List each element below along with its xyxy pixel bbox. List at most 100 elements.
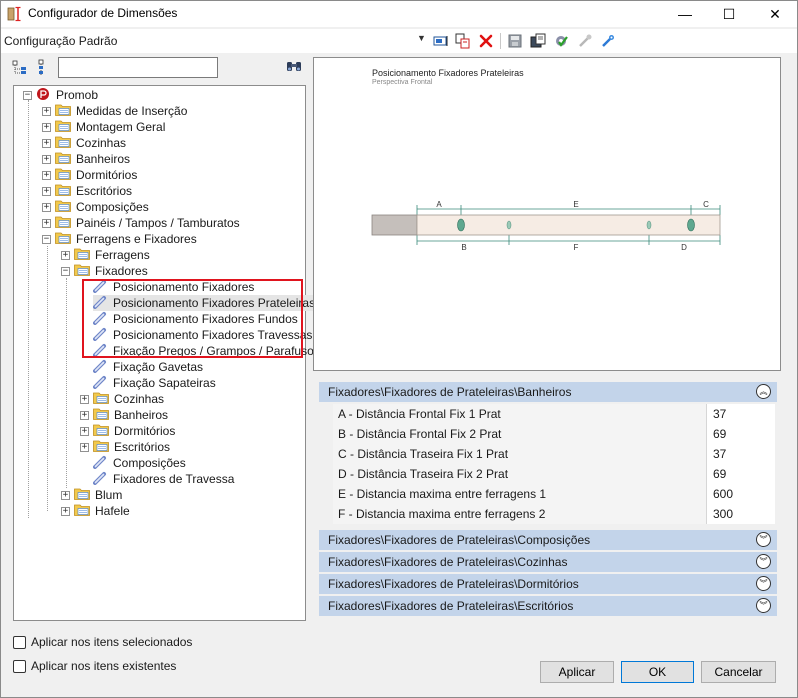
dialog-window: Configurador de Dimensões — ☐ ✕ Configur…: [0, 0, 798, 698]
expand-toggle-icon[interactable]: +: [42, 106, 51, 116]
validate-icon[interactable]: [552, 32, 570, 50]
tree-node-fixadores[interactable]: − Fixadores: [61, 263, 150, 279]
tree-item-label: Ferragens: [95, 248, 150, 262]
expand-chevron-icon[interactable]: ︾: [756, 554, 771, 569]
property-row: A - Distância Frontal Fix 1 Prat 37: [333, 404, 775, 424]
binoculars-search-icon[interactable]: [286, 59, 302, 73]
tree-node[interactable]: + Cozinhas: [80, 391, 166, 407]
cancel-button[interactable]: Cancelar: [701, 661, 776, 683]
collapse-tree-icon[interactable]: [38, 59, 44, 75]
tree-node[interactable]: + Cozinhas: [42, 135, 128, 151]
apply-existing-checkbox[interactable]: [13, 659, 26, 673]
tree-leaf[interactable]: Fixadores de Travessa: [93, 471, 236, 487]
expand-toggle-icon[interactable]: +: [80, 410, 89, 420]
apply-existing-label: Aplicar nos itens existentes: [31, 659, 177, 673]
expand-toggle-icon[interactable]: +: [42, 202, 51, 212]
expand-toggle-icon[interactable]: +: [42, 170, 51, 180]
tree-node[interactable]: + Escritórios: [80, 439, 172, 455]
delete-icon[interactable]: [477, 32, 495, 50]
apply-selected-checkbox[interactable]: [13, 635, 26, 649]
fixer-item-icon: [93, 375, 111, 392]
tree-node[interactable]: − Ferragens e Fixadores: [42, 231, 199, 247]
expand-toggle-icon[interactable]: +: [42, 138, 51, 148]
collapse-toggle-icon[interactable]: −: [42, 234, 51, 244]
section-header-composicoes[interactable]: Fixadores\Fixadores de Prateleiras\Compo…: [319, 530, 777, 550]
ok-button[interactable]: OK: [621, 661, 694, 683]
apply-button[interactable]: Aplicar: [540, 661, 614, 683]
tree-item-label: Fixadores: [95, 264, 148, 278]
tree-item-label: Banheiros: [114, 408, 169, 422]
tree-node[interactable]: + Banheiros: [42, 151, 132, 167]
tree-leaf[interactable]: Fixação Gavetas: [93, 359, 205, 375]
expand-chevron-icon[interactable]: ︾: [756, 576, 771, 591]
minimize-button[interactable]: —: [663, 1, 707, 27]
tree-node[interactable]: + Montagem Geral: [42, 119, 167, 135]
promob-logo-icon: [36, 87, 54, 104]
section-header-cozinhas[interactable]: Fixadores\Fixadores de Prateleiras\Cozin…: [319, 552, 777, 572]
dim-label-d: D: [681, 243, 687, 252]
save-icon[interactable]: [506, 32, 524, 50]
save-as-icon[interactable]: [529, 32, 547, 50]
section-header-escritorios[interactable]: Fixadores\Fixadores de Prateleiras\Escri…: [319, 596, 777, 616]
property-value-field[interactable]: 37: [707, 444, 775, 464]
tools-icon[interactable]: [599, 32, 617, 50]
folder-icon: [55, 231, 74, 247]
tree-root-promob[interactable]: − Promob: [23, 87, 100, 103]
expand-toggle-icon[interactable]: +: [61, 490, 70, 500]
tree-node[interactable]: + Dormitórios: [80, 423, 177, 439]
tree-node[interactable]: + Escritórios: [42, 183, 134, 199]
maximize-button[interactable]: ☐: [707, 1, 751, 27]
property-value-field[interactable]: 69: [707, 464, 775, 484]
expand-toggle-icon[interactable]: +: [80, 442, 89, 452]
property-value-field[interactable]: 69: [707, 424, 775, 444]
tree-node[interactable]: + Blum: [61, 487, 124, 503]
configuration-dropdown[interactable]: Configuração Padrão: [3, 31, 429, 51]
expand-chevron-icon[interactable]: ︾: [756, 532, 771, 547]
collapse-toggle-icon[interactable]: −: [23, 90, 32, 100]
expand-toggle-icon[interactable]: +: [61, 506, 70, 516]
property-row: F - Distancia maxima entre ferragens 2 30…: [333, 504, 775, 524]
tree-item-label: Medidas de Inserção: [76, 104, 188, 118]
property-value-field[interactable]: 600: [707, 484, 775, 504]
copy-config-icon[interactable]: [454, 32, 472, 50]
tree-node[interactable]: + Banheiros: [80, 407, 170, 423]
expand-tree-icon[interactable]: [12, 60, 26, 74]
collapse-chevron-icon[interactable]: ︽: [756, 384, 771, 399]
property-value-field[interactable]: 300: [707, 504, 775, 524]
tree-item-label: Escritórios: [114, 440, 171, 454]
tree-node[interactable]: + Hafele: [61, 503, 132, 519]
expand-toggle-icon[interactable]: +: [80, 426, 89, 436]
tree-node[interactable]: + Medidas de Inserção: [42, 103, 189, 119]
apply-selected-option[interactable]: Aplicar nos itens selecionados: [13, 635, 192, 649]
section-title: Fixadores\Fixadores de Prateleiras\Banhe…: [328, 385, 572, 399]
search-input[interactable]: [58, 57, 218, 78]
tools-disabled-icon[interactable]: [576, 32, 594, 50]
apply-existing-option[interactable]: Aplicar nos itens existentes: [13, 659, 176, 673]
expand-chevron-icon[interactable]: ︾: [756, 598, 771, 613]
expand-toggle-icon[interactable]: +: [42, 218, 51, 228]
preview-panel: Posicionamento Fixadores Prateleiras Per…: [313, 57, 781, 371]
expand-toggle-icon[interactable]: +: [80, 394, 89, 404]
expand-toggle-icon[interactable]: +: [42, 122, 51, 132]
property-row: E - Distancia maxima entre ferragens 1 60…: [333, 484, 775, 504]
tree-leaf[interactable]: Composições: [93, 455, 188, 471]
section-header-dormitorios[interactable]: Fixadores\Fixadores de Prateleiras\Dormi…: [319, 574, 777, 594]
expand-toggle-icon[interactable]: +: [61, 250, 70, 260]
section-header-banheiros[interactable]: Fixadores\Fixadores de Prateleiras\Banhe…: [319, 382, 777, 402]
apply-selected-label: Aplicar nos itens selecionados: [31, 635, 193, 649]
property-value-field[interactable]: 37: [707, 404, 775, 424]
tree-node[interactable]: + Composições: [42, 199, 151, 215]
close-button[interactable]: ✕: [753, 1, 797, 27]
tree-leaf[interactable]: Fixação Sapateiras: [93, 375, 218, 391]
tree-node[interactable]: + Ferragens: [61, 247, 152, 263]
dropdown-arrow-icon[interactable]: ▼: [417, 33, 426, 43]
expand-toggle-icon[interactable]: +: [42, 154, 51, 164]
dim-label-c: C: [703, 200, 709, 209]
tree-node[interactable]: + Dormitórios: [42, 167, 139, 183]
rename-config-icon[interactable]: [432, 32, 450, 50]
collapse-toggle-icon[interactable]: −: [61, 266, 70, 276]
dim-label-a: A: [436, 200, 442, 209]
expand-toggle-icon[interactable]: +: [42, 186, 51, 196]
tree-node[interactable]: + Painéis / Tampos / Tamburatos: [42, 215, 242, 231]
configuration-bar: Configuração Padrão ▼: [1, 29, 797, 53]
